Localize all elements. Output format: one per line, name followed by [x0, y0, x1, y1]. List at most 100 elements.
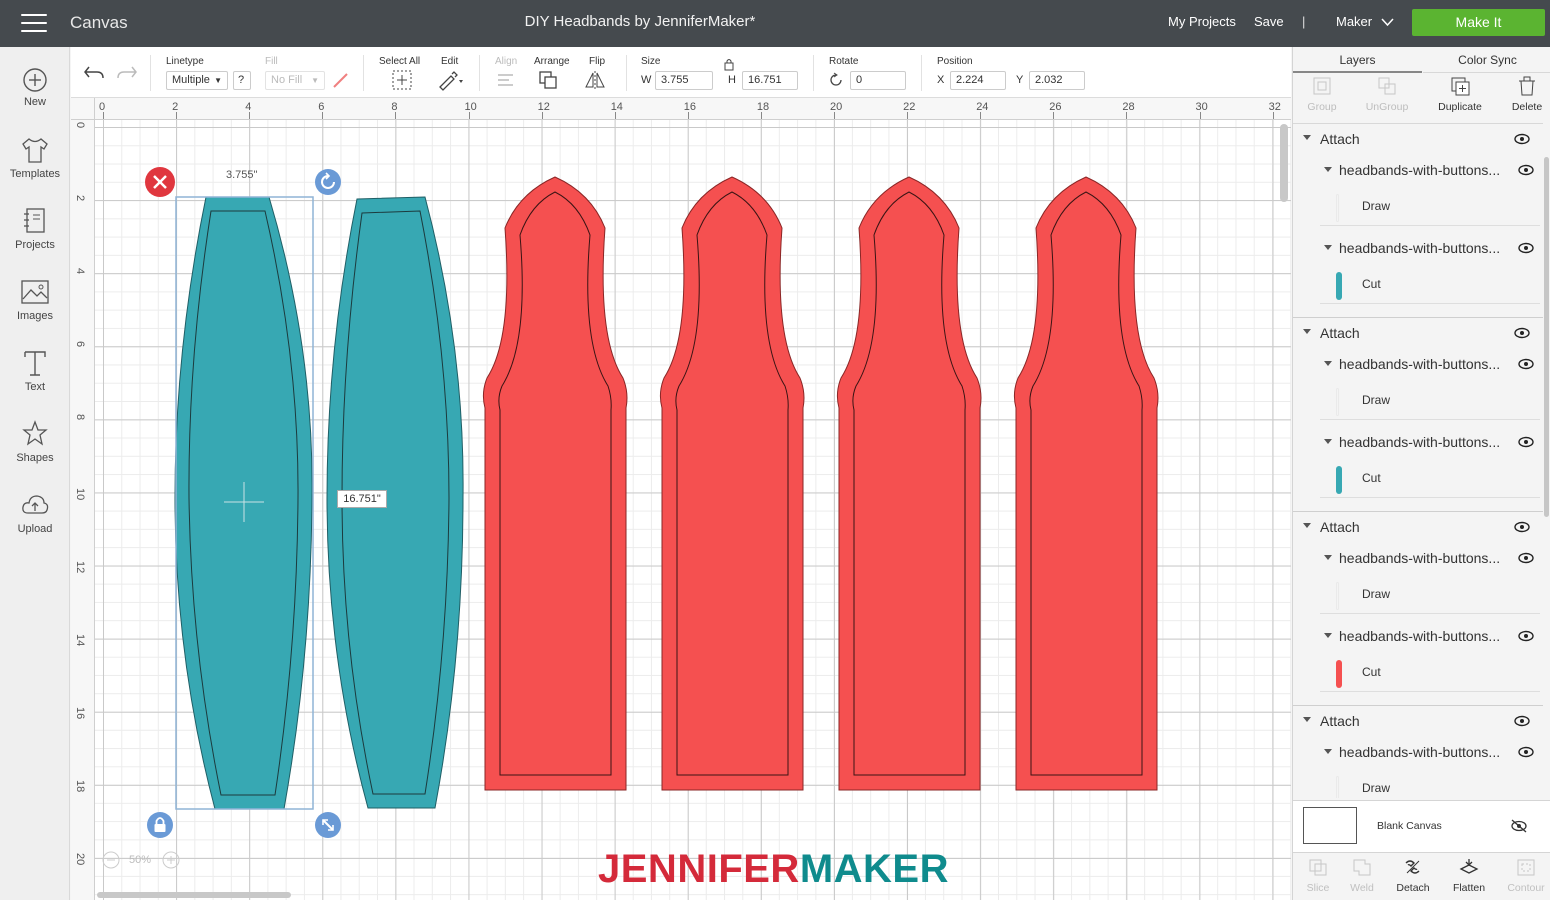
- lock-icon[interactable]: [723, 57, 735, 71]
- layer-color-swatch[interactable]: [1336, 272, 1342, 300]
- chevron-down-icon[interactable]: [1303, 523, 1311, 528]
- layer-operation-draw[interactable]: Draw: [1320, 382, 1540, 420]
- width-input[interactable]: 3.755: [655, 71, 713, 90]
- attach-group-3[interactable]: Attach: [1293, 512, 1543, 542]
- edit-icon[interactable]: [437, 69, 465, 91]
- eye-icon[interactable]: [1518, 164, 1534, 176]
- chevron-down-icon[interactable]: [1324, 167, 1332, 172]
- red-headband-piece-1[interactable]: [482, 176, 628, 791]
- attach-group-4[interactable]: Attach: [1293, 706, 1543, 736]
- horizontal-scrollbar[interactable]: [97, 892, 291, 898]
- x-position-input[interactable]: 2.224: [950, 71, 1006, 90]
- layer-row[interactable]: headbands-with-buttons...: [1320, 234, 1540, 266]
- layer-row[interactable]: headbands-with-buttons...: [1320, 156, 1540, 188]
- layer-row[interactable]: headbands-with-buttons...: [1320, 544, 1540, 576]
- layer-operation-draw[interactable]: Draw: [1320, 770, 1540, 798]
- duplicate-button[interactable]: Duplicate: [1432, 75, 1488, 113]
- zoom-out-icon[interactable]: [101, 850, 121, 870]
- layer-row[interactable]: headbands-with-buttons...: [1320, 428, 1540, 460]
- sidebar-item-text[interactable]: Text: [0, 348, 70, 393]
- chevron-down-icon[interactable]: [1324, 439, 1332, 444]
- delete-button[interactable]: Delete: [1499, 75, 1550, 113]
- layer-color-swatch[interactable]: [1336, 776, 1339, 798]
- resize-handle-icon[interactable]: [315, 812, 341, 838]
- chevron-down-icon[interactable]: [1303, 717, 1311, 722]
- fill-select[interactable]: No Fill ▼: [265, 71, 325, 90]
- y-position-input[interactable]: 2.032: [1029, 71, 1085, 90]
- eye-icon[interactable]: [1514, 715, 1530, 727]
- blank-canvas-row[interactable]: Blank Canvas: [1293, 800, 1550, 852]
- eye-icon[interactable]: [1518, 358, 1534, 370]
- layers-list[interactable]: Attach headbands-with-buttons... Draw he…: [1293, 123, 1543, 798]
- sidebar-item-upload[interactable]: Upload: [0, 490, 70, 535]
- lock-handle-icon[interactable]: [147, 812, 173, 838]
- chevron-down-icon[interactable]: [1324, 749, 1332, 754]
- sidebar-item-projects[interactable]: Projects: [0, 206, 70, 251]
- chevron-down-icon[interactable]: [1303, 329, 1311, 334]
- make-it-button[interactable]: Make It: [1412, 9, 1545, 36]
- chevron-down-icon[interactable]: [1324, 633, 1332, 638]
- sidebar-item-shapes[interactable]: Shapes: [0, 419, 70, 464]
- slice-button[interactable]: Slice: [1293, 857, 1343, 894]
- zoom-in-icon[interactable]: [161, 850, 181, 870]
- eye-icon[interactable]: [1518, 552, 1534, 564]
- contour-button[interactable]: Contour: [1501, 857, 1550, 894]
- blank-canvas-swatch[interactable]: [1303, 807, 1357, 844]
- machine-select[interactable]: Maker: [1336, 14, 1372, 29]
- select-all-icon[interactable]: [391, 69, 413, 91]
- height-input[interactable]: 16.751: [742, 71, 798, 90]
- align-icon[interactable]: [495, 69, 523, 91]
- attach-group-2[interactable]: Attach: [1293, 318, 1543, 348]
- chevron-down-icon[interactable]: [1381, 18, 1394, 27]
- layer-operation-cut[interactable]: Cut: [1320, 654, 1540, 692]
- layers-scrollbar[interactable]: [1544, 157, 1549, 517]
- layer-operation-cut[interactable]: Cut: [1320, 460, 1540, 498]
- layer-color-swatch[interactable]: [1336, 582, 1339, 610]
- zoom-control[interactable]: 50%: [101, 848, 185, 872]
- layer-color-swatch[interactable]: [1336, 466, 1342, 494]
- layer-row[interactable]: headbands-with-buttons...: [1320, 350, 1540, 382]
- eye-icon[interactable]: [1514, 327, 1530, 339]
- layer-row[interactable]: headbands-with-buttons...: [1320, 738, 1540, 770]
- layer-color-swatch[interactable]: [1336, 660, 1342, 688]
- red-headband-piece-3[interactable]: [836, 176, 982, 791]
- layer-color-swatch[interactable]: [1336, 388, 1339, 416]
- delete-handle-icon[interactable]: [145, 167, 175, 197]
- design-canvas[interactable]: 0 2 4 6 8 10 12 14 16 18 20 22 24 26 28 30 32 0 2 4 6 8 10 12 1…: [71, 98, 1291, 900]
- red-headband-piece-2[interactable]: [659, 176, 805, 791]
- chevron-down-icon[interactable]: [1324, 361, 1332, 366]
- eye-icon[interactable]: [1514, 521, 1530, 533]
- tab-layers[interactable]: Layers: [1293, 51, 1422, 73]
- vertical-scrollbar[interactable]: [1280, 124, 1288, 202]
- arrange-icon[interactable]: [537, 69, 565, 91]
- layer-operation-draw[interactable]: Draw: [1320, 188, 1540, 226]
- chevron-down-icon[interactable]: [1324, 555, 1332, 560]
- eye-icon[interactable]: [1518, 630, 1534, 642]
- weld-button[interactable]: Weld: [1337, 857, 1387, 894]
- rotate-input[interactable]: 0: [850, 71, 906, 90]
- eye-icon[interactable]: [1514, 133, 1530, 145]
- layer-row[interactable]: headbands-with-buttons...: [1320, 622, 1540, 654]
- sidebar-item-images[interactable]: Images: [0, 277, 70, 322]
- attach-group-1[interactable]: Attach: [1293, 124, 1543, 154]
- flatten-button[interactable]: Flatten: [1444, 857, 1494, 894]
- detach-button[interactable]: Detach: [1388, 857, 1438, 894]
- layer-operation-cut[interactable]: Cut: [1320, 266, 1540, 304]
- chevron-down-icon[interactable]: [1303, 135, 1311, 140]
- eye-icon[interactable]: [1518, 242, 1534, 254]
- my-projects-link[interactable]: My Projects: [1168, 14, 1236, 29]
- linetype-select[interactable]: Multiple ▼: [166, 71, 228, 90]
- tab-color-sync[interactable]: Color Sync: [1423, 51, 1550, 73]
- eye-icon[interactable]: [1518, 436, 1534, 448]
- ungroup-button[interactable]: UnGroup: [1359, 75, 1415, 113]
- save-link[interactable]: Save: [1254, 14, 1284, 29]
- rotate-handle-icon[interactable]: [315, 169, 341, 195]
- flip-icon[interactable]: [583, 69, 611, 91]
- sidebar-item-templates[interactable]: Templates: [0, 135, 70, 180]
- chevron-down-icon[interactable]: [1324, 245, 1332, 250]
- linetype-help-button[interactable]: ?: [233, 71, 251, 90]
- fill-color-swatch-icon[interactable]: [331, 71, 349, 89]
- layer-color-swatch[interactable]: [1336, 194, 1339, 222]
- red-headband-piece-4[interactable]: [1013, 176, 1159, 791]
- layer-operation-draw[interactable]: Draw: [1320, 576, 1540, 614]
